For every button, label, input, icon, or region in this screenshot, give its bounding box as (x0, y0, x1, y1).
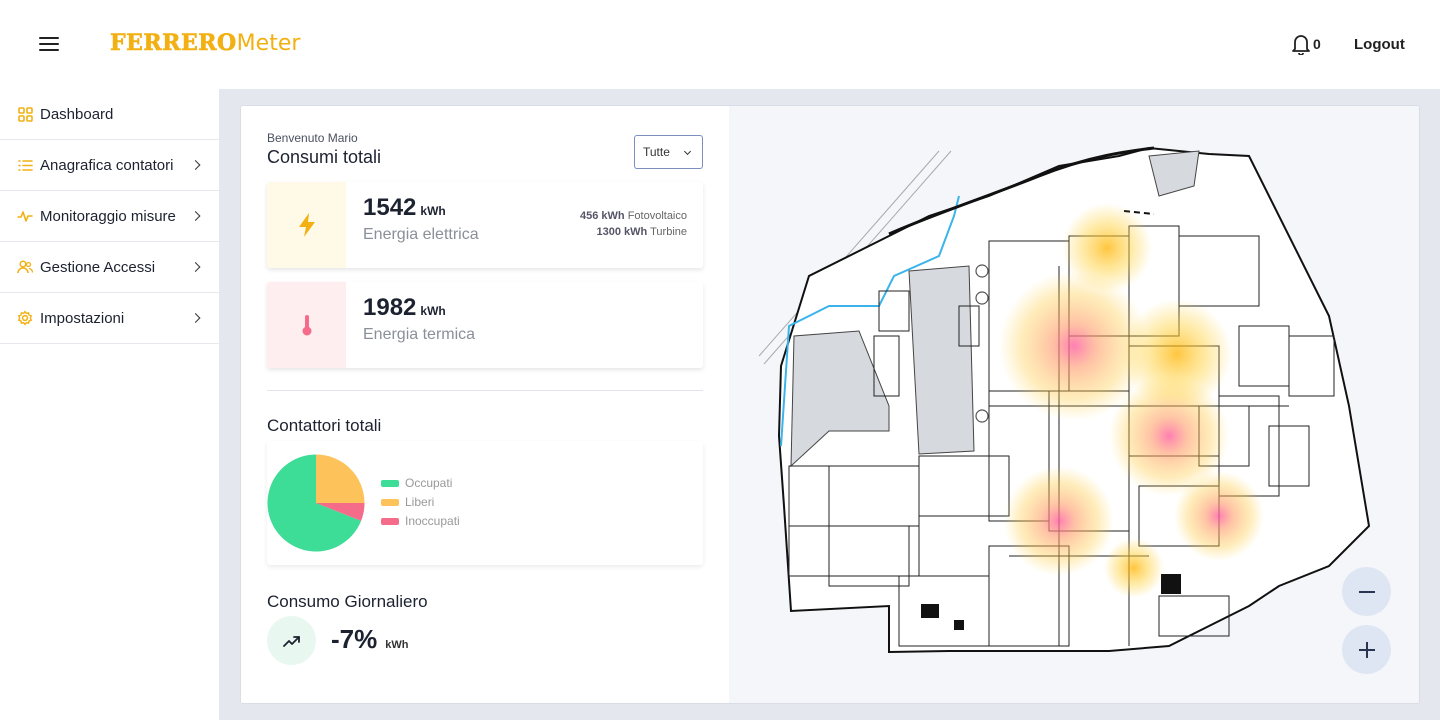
chart-legend: Occupati Liberi Inoccupati (381, 476, 460, 533)
section-divider (267, 390, 703, 391)
meters-title: Contattori totali (267, 416, 382, 435)
sidebar-item-label: Impostazioni (40, 309, 125, 327)
legend-swatch (381, 498, 399, 506)
sidebar-item-anagrafica-contatori[interactable]: Anagrafica contatori (0, 140, 219, 191)
summary-column: Benvenuto Mario Consumi totali Tutte 154… (241, 106, 729, 703)
list-icon (17, 157, 33, 173)
sidebar: Dashboard Anagrafica contatori Monitorag… (0, 89, 220, 720)
thermal-number: 1982 (363, 294, 417, 321)
users-icon (17, 259, 33, 275)
legend-swatch (381, 479, 399, 487)
page-title: Consumi totali (267, 147, 382, 167)
app-logo[interactable]: FERRERO Meter (110, 30, 301, 60)
sidebar-item-label: Monitoraggio misure (40, 207, 176, 225)
legend-label: Occupati (405, 476, 453, 490)
sidebar-item-gestione-accessi[interactable]: Gestione Accessi (0, 242, 219, 293)
legend-item-occupati: Occupati (381, 476, 460, 490)
legend-swatch (381, 517, 399, 525)
plant-map[interactable] (729, 106, 1419, 703)
welcome-text: Benvenuto Mario (267, 131, 358, 145)
legend-label: Liberi (405, 495, 435, 509)
legend-label: Inoccupati (405, 514, 460, 528)
electric-number: 1542 (363, 194, 417, 221)
electric-label: Energia elettrica (363, 226, 479, 243)
turbine-detail: 1300 kWh Turbine (597, 226, 688, 238)
lightning-icon (298, 213, 315, 237)
photovoltaic-label: Fotovoltaico (627, 210, 687, 222)
pie-slice-liberi[interactable] (316, 454, 365, 504)
notification-count: 0 (1313, 36, 1321, 52)
zoom-out-button[interactable] (1342, 567, 1391, 616)
sidebar-item-impostazioni[interactable]: Impostazioni (0, 293, 219, 344)
grid-icon (17, 106, 33, 122)
plant-filter-select[interactable]: Tutte (634, 135, 703, 169)
thermometer-icon (302, 315, 311, 336)
thermal-value: 1982 kWh (363, 294, 446, 322)
chevron-down-icon (683, 147, 692, 156)
chevron-right-icon (190, 262, 201, 272)
menu-icon[interactable] (39, 37, 59, 53)
turbine-label: Turbine (650, 226, 687, 238)
photovoltaic-detail: 456 kWh Fotovoltaico (580, 210, 687, 222)
chevron-right-icon (190, 313, 201, 323)
electric-energy-card[interactable]: 1542 kWh Energia elettrica 456 kWh Fotov… (267, 182, 703, 268)
sidebar-item-monitoraggio-misure[interactable]: Monitoraggio misure (0, 191, 219, 242)
logout-button[interactable]: Logout (1354, 36, 1405, 53)
gear-icon (17, 310, 33, 326)
trend-up-icon (267, 616, 316, 665)
electric-icon-box (267, 182, 346, 268)
notifications-button[interactable]: 0 (1291, 33, 1321, 55)
thermal-unit: kWh (420, 304, 446, 318)
logo-brand: FERRERO (110, 30, 237, 57)
activity-icon (17, 208, 33, 224)
dashboard-panel: Benvenuto Mario Consumi totali Tutte 154… (240, 105, 1420, 704)
plant-floor-plan (758, 146, 1371, 654)
daily-number: -7% (331, 624, 378, 654)
sidebar-item-label: Dashboard (40, 105, 114, 123)
turbine-value: 1300 kWh (596, 226, 648, 238)
select-value: Tutte (643, 145, 670, 159)
sidebar-item-dashboard[interactable]: Dashboard (0, 89, 219, 140)
daily-value: -7% kWh (331, 624, 408, 655)
meters-chart-card: Occupati Liberi Inoccupati (267, 441, 703, 565)
plus-icon (1358, 641, 1375, 658)
legend-item-liberi: Liberi (381, 495, 460, 509)
daily-unit: kWh (385, 639, 409, 651)
sidebar-item-label: Gestione Accessi (40, 258, 156, 276)
legend-item-inoccupati: Inoccupati (381, 514, 460, 528)
electric-value: 1542 kWh (363, 194, 446, 222)
daily-title: Consumo Giornaliero (267, 592, 428, 611)
photovoltaic-value: 456 kWh (579, 210, 625, 222)
chevron-right-icon (190, 211, 201, 221)
minus-icon (1358, 590, 1375, 593)
top-header: FERRERO Meter 0 Logout (0, 0, 1440, 89)
electric-unit: kWh (420, 204, 446, 218)
thermal-label: Energia termica (363, 326, 476, 343)
chevron-right-icon (190, 160, 201, 170)
thermal-energy-card[interactable]: 1982 kWh Energia termica (267, 282, 703, 368)
zoom-in-button[interactable] (1342, 625, 1391, 674)
meters-pie-chart (267, 454, 365, 552)
bell-icon (1292, 35, 1310, 55)
sidebar-item-label: Anagrafica contatori (40, 156, 174, 174)
thermal-icon-box (267, 282, 346, 368)
logo-product: Meter (236, 31, 301, 56)
